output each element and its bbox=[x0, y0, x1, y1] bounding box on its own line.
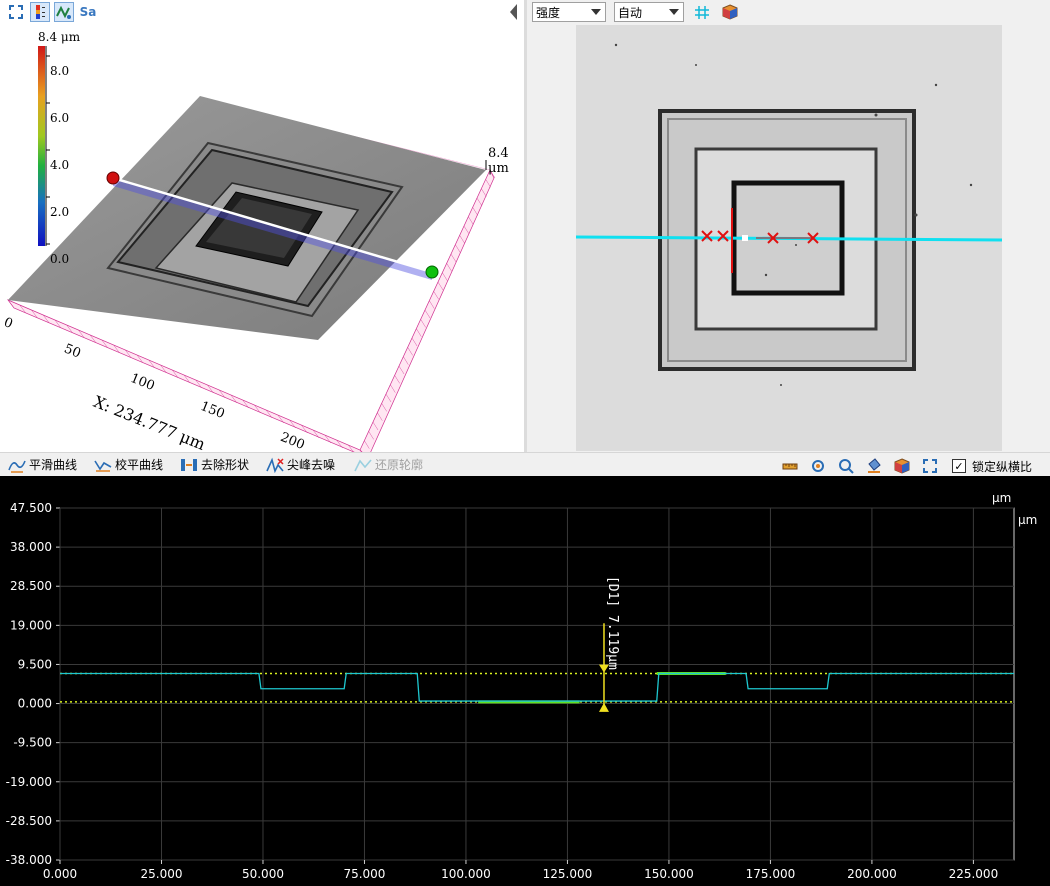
x-tick-label: 200.000 bbox=[847, 867, 897, 881]
lock-aspect-toggle[interactable]: ✓ 锁定纵横比 bbox=[952, 458, 1032, 475]
colorbar-tick: 2.0 bbox=[50, 205, 70, 219]
y-unit-label: μm bbox=[992, 491, 1011, 505]
y-tick-label: -9.500 bbox=[13, 736, 52, 750]
restore-profile-label: 还原轮廓 bbox=[375, 458, 424, 472]
smooth-curve-icon bbox=[8, 460, 26, 473]
profile-start-marker[interactable] bbox=[106, 171, 120, 185]
x-tick-label: 75.000 bbox=[343, 867, 385, 881]
auto-select[interactable]: 自动 bbox=[614, 2, 684, 22]
x-tick-label: 225.000 bbox=[949, 867, 999, 881]
level-curve-button[interactable]: 校平曲线 bbox=[94, 456, 163, 473]
colorbar-tick: 0.0 bbox=[50, 252, 70, 266]
colorbar-tick: 8.0 bbox=[50, 64, 70, 78]
y-tick-label: -19.000 bbox=[6, 775, 52, 789]
3d-surface-plot[interactable] bbox=[0, 0, 524, 452]
y-tick-label: -28.500 bbox=[6, 814, 52, 828]
3d-view-pane: Sa 8.4 μm 8.0 6.0 4.0 2.0 0.0 8.4 μm 0 5… bbox=[0, 0, 524, 454]
y-tick-label: 47.500 bbox=[10, 501, 52, 515]
y-tick-label: -38.000 bbox=[6, 853, 52, 867]
colorbar-tick: 6.0 bbox=[50, 111, 70, 125]
ruler-icon[interactable] bbox=[780, 456, 800, 476]
annotation-label: [D1] 7.119μm bbox=[605, 576, 620, 670]
remove-shape-icon bbox=[181, 458, 197, 471]
y-tick-label: 9.500 bbox=[18, 657, 52, 671]
smooth-curve-label: 平滑曲线 bbox=[29, 458, 78, 472]
restore-profile-button[interactable]: 还原轮廓 bbox=[354, 456, 423, 473]
3d-cube-icon[interactable] bbox=[720, 2, 740, 22]
x-tick-label: 0.000 bbox=[43, 867, 77, 881]
intensity-image[interactable] bbox=[576, 25, 1002, 451]
x-tick-label: 125.000 bbox=[543, 867, 593, 881]
auto-select-value: 自动 bbox=[618, 5, 643, 20]
profile-right-tools: ✓ 锁定纵横比 bbox=[780, 456, 1032, 476]
spike-denoise-label: 尖峰去噪 bbox=[287, 458, 336, 472]
profile-chart[interactable]: 47.500 38.000 28.500 19.000 9.500 0.000 -9.500… bbox=[0, 476, 1050, 886]
annotation-arrow-up bbox=[598, 702, 609, 712]
y-tick-label: 28.500 bbox=[10, 579, 52, 593]
x-tick-label: 50.000 bbox=[242, 867, 284, 881]
y-tick-label: 19.000 bbox=[10, 618, 52, 632]
settings-icon[interactable] bbox=[808, 456, 828, 476]
spike-denoise-button[interactable]: 尖峰去噪 bbox=[266, 456, 335, 473]
3d-cube-icon[interactable] bbox=[892, 456, 912, 476]
colorbar bbox=[38, 46, 45, 246]
y-unit-label-right: μm bbox=[1018, 513, 1037, 527]
lock-aspect-label: 锁定纵横比 bbox=[972, 459, 1033, 474]
colorbar-tick: 4.0 bbox=[50, 158, 70, 172]
crosshair-line-icon[interactable] bbox=[692, 2, 712, 22]
remove-shape-button[interactable]: 去除形状 bbox=[180, 456, 249, 473]
x-tick-label: 175.000 bbox=[746, 867, 796, 881]
x-tick-label: 100.000 bbox=[441, 867, 491, 881]
level-curve-label: 校平曲线 bbox=[115, 458, 164, 472]
plot-frame bbox=[59, 507, 1015, 861]
zoom-icon[interactable] bbox=[836, 456, 856, 476]
profile-toolbar: 平滑曲线 校平曲线 去除形状 尖峰去噪 还原轮廓 ✓ 锁定纵横比 bbox=[0, 452, 1050, 477]
z-axis-label: 8.4 μm bbox=[488, 146, 509, 176]
intensity-view-pane: 强度 自动 bbox=[527, 0, 1050, 452]
x-tick-label: 25.000 bbox=[140, 867, 182, 881]
x-tick-label: 150.000 bbox=[644, 867, 694, 881]
fill-icon[interactable] bbox=[864, 456, 884, 476]
fit-view-icon[interactable] bbox=[920, 456, 940, 476]
profile-series-line bbox=[60, 672, 1014, 702]
colorbar-ticks: 8.0 6.0 4.0 2.0 0.0 bbox=[50, 48, 69, 283]
y-tick-label: 38.000 bbox=[10, 540, 52, 554]
y-tick-label: 0.000 bbox=[18, 697, 52, 711]
colorbar-max-label: 8.4 μm bbox=[38, 30, 81, 44]
intensity-toolbar: 强度 自动 bbox=[532, 2, 740, 22]
spike-denoise-icon bbox=[266, 457, 284, 473]
mode-select[interactable]: 强度 bbox=[532, 2, 606, 22]
profile-end-marker[interactable] bbox=[425, 265, 439, 279]
lock-aspect-checkbox[interactable]: ✓ bbox=[952, 459, 966, 473]
restore-profile-icon bbox=[354, 458, 372, 471]
mode-select-value: 强度 bbox=[536, 5, 561, 20]
level-curve-icon bbox=[94, 460, 112, 472]
smooth-curve-button[interactable]: 平滑曲线 bbox=[8, 456, 77, 473]
collapse-arrow-icon[interactable] bbox=[506, 2, 520, 22]
remove-shape-label: 去除形状 bbox=[201, 458, 250, 472]
